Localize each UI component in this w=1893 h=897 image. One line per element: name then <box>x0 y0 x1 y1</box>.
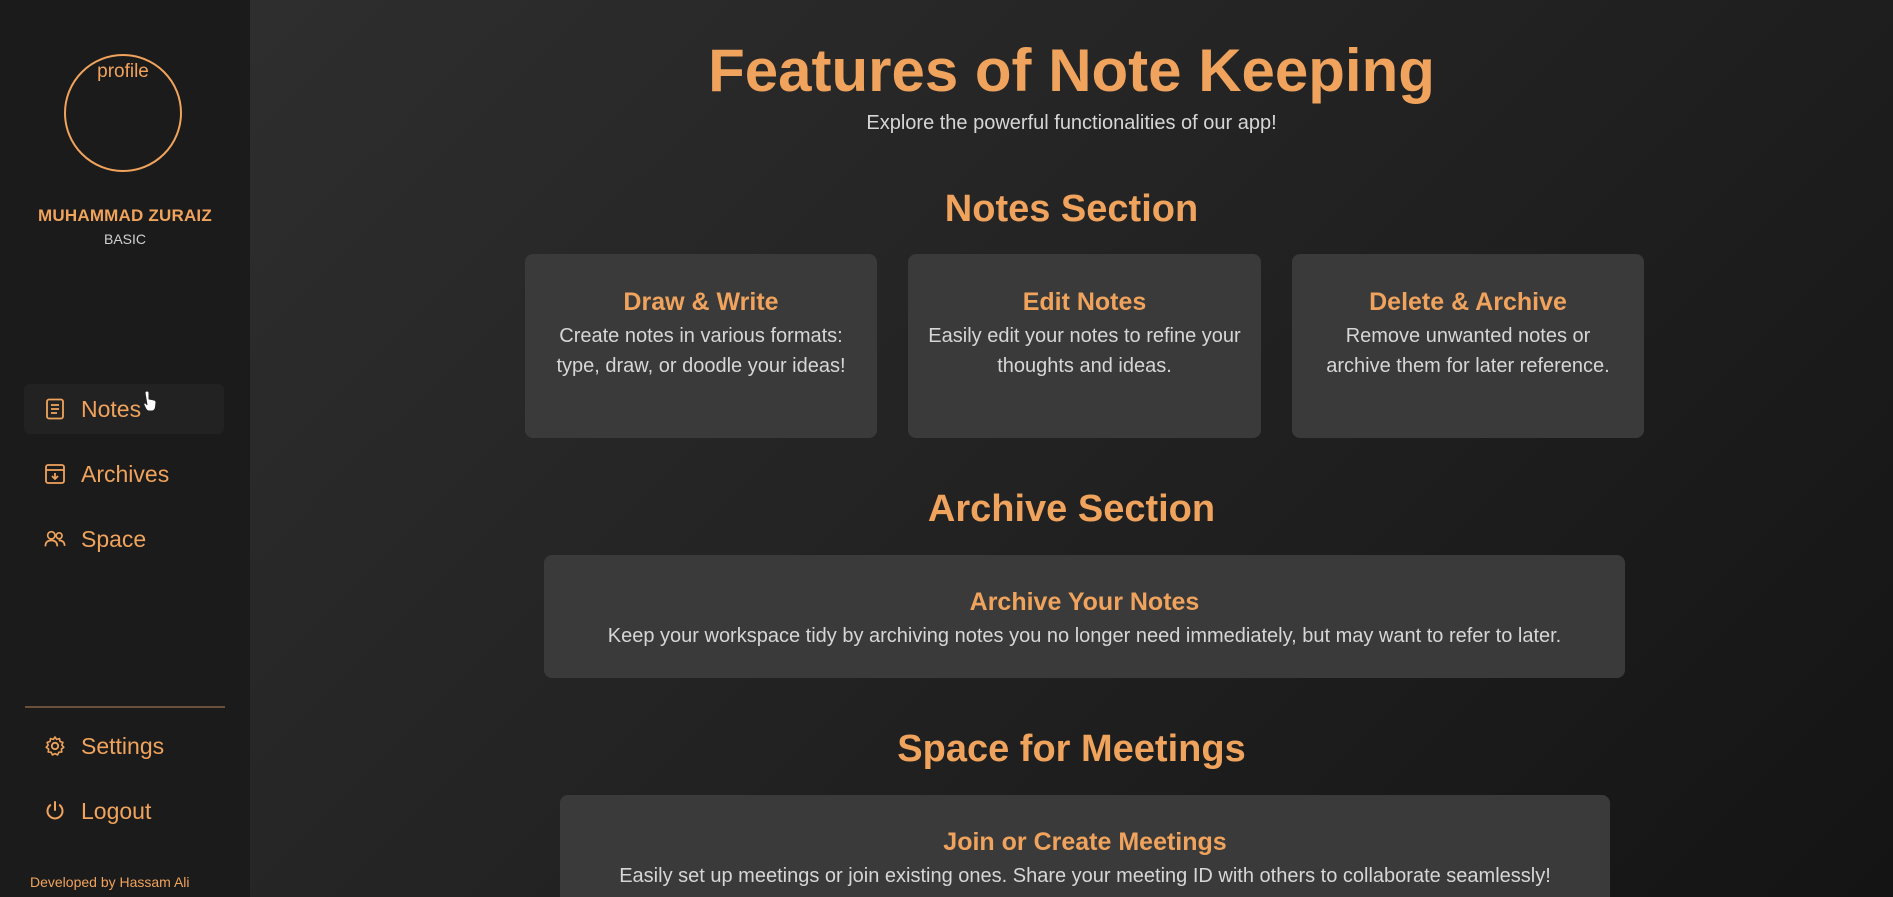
archive-icon <box>44 463 66 485</box>
user-plan: BASIC <box>103 231 146 247</box>
card-title: Join or Create Meetings <box>943 828 1227 856</box>
sidebar-item-label: Settings <box>81 732 165 759</box>
feature-card-delete-archive: Delete & Archive Remove unwanted notes o… <box>1292 254 1644 438</box>
developer-credit: Developed by Hassam Ali <box>30 874 190 890</box>
page-subtitle: Explore the powerful functionalities of … <box>866 112 1277 134</box>
card-description: Easily set up meetings or join existing … <box>619 865 1551 887</box>
mouse-cursor-icon <box>143 390 157 417</box>
card-title: Draw & Write <box>623 288 779 316</box>
sidebar-item-label: Notes <box>81 395 142 422</box>
feature-card-meetings: Join or Create Meetings Easily set up me… <box>560 795 1610 897</box>
feature-card-draw-write: Draw & Write Create notes in various for… <box>525 254 877 438</box>
card-title: Archive Your Notes <box>969 588 1200 616</box>
main-content: Features of Note Keeping Explore the pow… <box>250 0 1893 897</box>
card-description: Remove unwanted notes or archive them fo… <box>1326 325 1610 377</box>
sidebar-item-space[interactable]: Space <box>24 514 224 564</box>
sidebar-item-archives[interactable]: Archives <box>24 449 224 499</box>
page-title: Features of Note Keeping <box>708 37 1435 104</box>
sidebar-item-notes[interactable]: Notes <box>24 384 224 434</box>
sidebar: profile MUHAMMAD ZURAIZ BASIC Notes Arch… <box>0 0 250 897</box>
sidebar-item-label: Space <box>81 525 147 552</box>
meetings-section-title: Space for Meetings <box>897 728 1246 770</box>
card-description: Keep your workspace tidy by archiving no… <box>607 625 1562 647</box>
card-description: Create notes in various formats: type, d… <box>556 325 846 377</box>
notes-icon <box>44 398 66 420</box>
gear-icon <box>44 735 66 757</box>
people-icon <box>44 528 66 550</box>
archive-section-title: Archive Section <box>927 488 1216 530</box>
sidebar-item-label: Archives <box>81 460 170 487</box>
sidebar-item-label: Logout <box>81 797 152 824</box>
card-description: Easily edit your notes to refine your th… <box>928 325 1241 377</box>
card-title: Delete & Archive <box>1369 288 1567 316</box>
notes-section-title: Notes Section <box>944 188 1199 230</box>
power-icon <box>44 800 66 822</box>
profile-label: profile <box>97 61 149 82</box>
user-name: MUHAMMAD ZURAIZ <box>38 206 212 225</box>
app-window: profile MUHAMMAD ZURAIZ BASIC Notes Arch… <box>0 0 1893 897</box>
feature-card-archive-notes: Archive Your Notes Keep your workspace t… <box>544 555 1625 678</box>
profile-avatar[interactable]: profile <box>64 54 182 172</box>
sidebar-divider <box>25 706 225 708</box>
card-title: Edit Notes <box>1022 288 1147 316</box>
feature-card-edit-notes: Edit Notes Easily edit your notes to ref… <box>908 254 1261 438</box>
sidebar-item-logout[interactable]: Logout <box>24 786 224 836</box>
sidebar-item-settings[interactable]: Settings <box>24 721 224 771</box>
